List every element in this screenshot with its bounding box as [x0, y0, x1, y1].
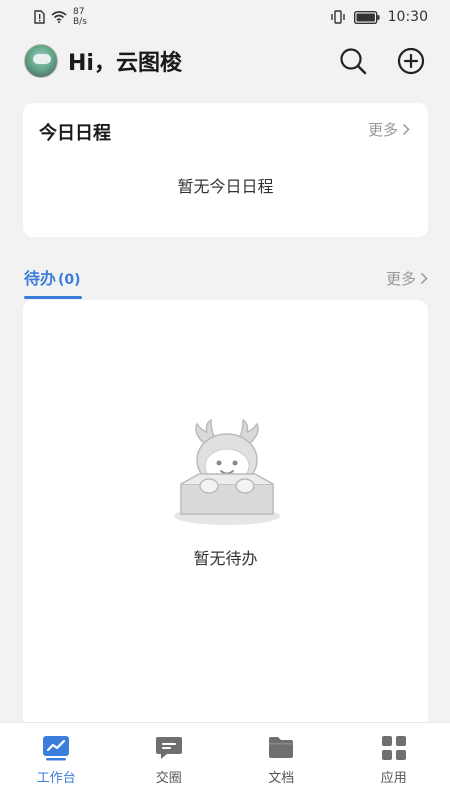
chevron-right-icon [402, 123, 410, 136]
todo-more-link[interactable]: 更多 [386, 268, 428, 289]
todo-count-badge: (0) [58, 272, 81, 288]
empty-mascot-illustration [174, 418, 280, 525]
network-speed-value: 87 [73, 7, 85, 17]
network-speed: 87 B/s [73, 7, 87, 27]
nav-item-apps[interactable]: 应用 [338, 723, 450, 800]
greeting-title: Hi，云图梭 [68, 51, 182, 76]
search-button[interactable] [336, 44, 370, 78]
clock-time: 10:30 [387, 9, 428, 25]
vibrate-icon [330, 10, 345, 24]
tab-active-indicator [24, 296, 82, 299]
apps-grid-icon [381, 736, 406, 760]
tab-todo[interactable]: 待办 (0) [24, 265, 81, 289]
status-bar: 87 B/s 10:30 [0, 0, 450, 34]
schedule-empty-text: 暂无今日日程 [177, 177, 274, 196]
bottom-nav: 工作台 交圈 文档 应用 [0, 722, 450, 800]
nav-item-docs[interactable]: 文档 [225, 723, 338, 800]
status-right: 10:30 [330, 9, 428, 25]
schedule-card: 今日日程 更多 暂无今日日程 [23, 103, 428, 237]
todo-empty-text: 暂无待办 [193, 549, 258, 568]
nav-label-apps: 应用 [380, 771, 407, 786]
nav-label-chat: 交圈 [155, 771, 182, 786]
add-circle-icon [397, 47, 425, 75]
chat-bubble-icon [155, 737, 182, 759]
schedule-more-label: 更多 [367, 121, 398, 139]
schedule-title: 今日日程 [39, 123, 111, 144]
sim-alert-icon [34, 10, 45, 24]
avatar[interactable] [24, 44, 58, 78]
app-header: Hi，云图梭 [0, 38, 450, 84]
todo-tab-label: 待办 [24, 269, 57, 288]
network-speed-unit: B/s [73, 17, 87, 27]
todo-card: 暂无待办 [23, 300, 428, 722]
schedule-more-link[interactable]: 更多 [368, 119, 410, 140]
nav-item-chat[interactable]: 交圈 [113, 723, 226, 800]
todo-more-label: 更多 [385, 270, 416, 288]
nav-item-workbench[interactable]: 工作台 [0, 723, 113, 800]
search-icon [340, 48, 367, 75]
wifi-icon [51, 11, 67, 23]
nav-label-workbench: 工作台 [36, 771, 76, 786]
battery-icon [353, 10, 380, 24]
chevron-right-icon [420, 272, 428, 285]
status-left: 87 B/s [34, 7, 87, 27]
workbench-chart-icon [43, 736, 70, 761]
folder-icon [269, 737, 294, 758]
add-button[interactable] [394, 44, 428, 78]
nav-label-docs: 文档 [268, 771, 295, 786]
